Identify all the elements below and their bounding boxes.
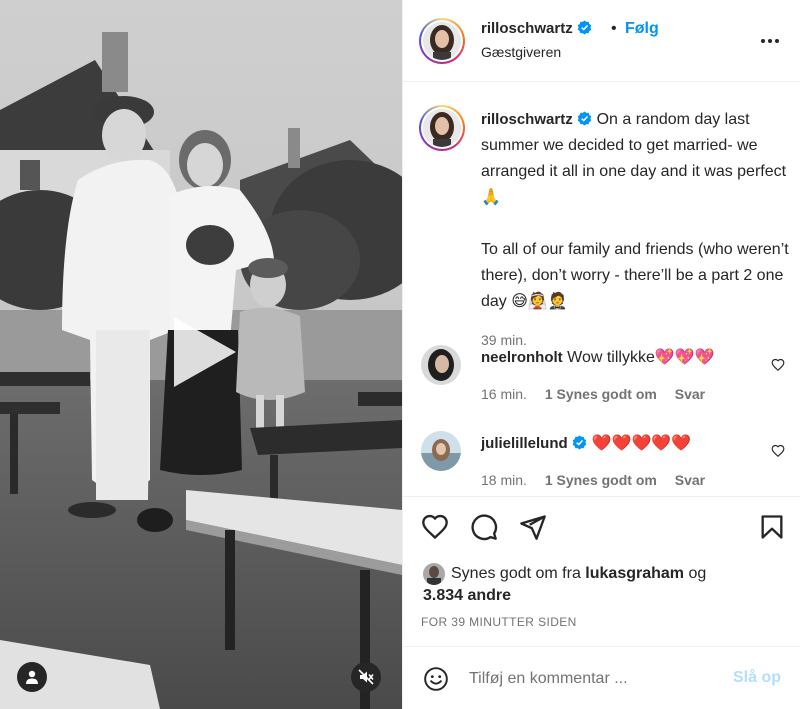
follow-button[interactable]: Følg	[625, 20, 659, 38]
like-heart-icon[interactable]	[421, 513, 449, 541]
avatar-photo	[423, 22, 461, 60]
comment-body: ❤️❤️❤️❤️❤️	[591, 435, 692, 452]
post-comment-button[interactable]: Slå op	[733, 669, 781, 687]
comment-body: Wow tillykke💖💖💖	[567, 349, 715, 366]
comment-likes-count[interactable]: 1 Synes godt om	[545, 386, 657, 402]
add-comment-bar: Slå op	[403, 646, 800, 709]
comment-icon[interactable]	[470, 513, 498, 541]
author-name-row: rilloschwartz	[481, 20, 592, 38]
more-horizontal-icon[interactable]	[756, 27, 784, 55]
post-details-panel: rilloschwartz • Følg Gæstgiveren rillosc…	[402, 0, 800, 709]
comment-username[interactable]: neelronholt	[481, 349, 563, 366]
liker-avatar[interactable]	[423, 563, 445, 585]
location-label[interactable]: Gæstgiveren	[481, 44, 561, 60]
comment-avatar[interactable]	[421, 431, 461, 471]
avatar-photo	[421, 345, 461, 385]
reply-button[interactable]: Svar	[675, 472, 705, 488]
post-timestamp[interactable]: FOR 39 MINUTTER SIDEN	[421, 615, 577, 629]
avatar-photo	[423, 109, 461, 147]
play-icon[interactable]	[168, 313, 240, 391]
comment-username[interactable]: julielillelund	[481, 435, 568, 452]
likes-connector: og	[688, 565, 707, 582]
likes-summary: Synes godt om fra lukasgraham og	[451, 563, 781, 584]
author-avatar[interactable]	[419, 18, 465, 64]
author-username[interactable]: rilloschwartz	[481, 20, 573, 37]
likes-count[interactable]: 3.834 andre	[423, 587, 511, 604]
liker-username[interactable]: lukasgraham	[585, 565, 684, 582]
comment-time: 18 min.	[481, 472, 527, 488]
separator-dot: •	[611, 20, 617, 37]
comment-likes-count[interactable]: 1 Synes godt om	[545, 472, 657, 488]
heart-icon[interactable]	[771, 358, 785, 372]
comment-item: neelronholt Wow tillykke💖💖💖	[481, 347, 761, 369]
reply-button[interactable]: Svar	[675, 386, 705, 402]
avatar-photo	[423, 563, 445, 585]
caption-username[interactable]: rilloschwartz	[481, 111, 573, 128]
tagged-users-button[interactable]	[17, 662, 47, 692]
post-header: rilloschwartz • Følg Gæstgiveren	[403, 0, 800, 82]
verified-badge-icon	[578, 20, 592, 35]
speaker-muted-icon	[358, 669, 374, 685]
user-icon	[26, 670, 38, 684]
comment-time: 16 min.	[481, 386, 527, 402]
verified-badge-icon	[578, 111, 592, 126]
comment-avatar[interactable]	[421, 345, 461, 385]
emoji-icon[interactable]	[423, 666, 449, 692]
share-icon[interactable]	[519, 513, 547, 541]
caption-line-2: To all of our family and friends (who we…	[481, 241, 789, 310]
post-video[interactable]	[0, 0, 402, 709]
caption-avatar[interactable]	[419, 105, 465, 151]
comment-meta: 16 min. 1 Synes godt om Svar	[481, 386, 705, 402]
avatar-photo	[421, 431, 461, 471]
post-actions: Synes godt om fra lukasgraham og 3.834 a…	[403, 496, 800, 646]
save-bookmark-icon[interactable]	[758, 513, 786, 541]
likes-prefix: Synes godt om fra	[451, 565, 581, 582]
comment-input[interactable]	[469, 666, 709, 692]
comments-list[interactable]: rilloschwartz On a random day last summe…	[403, 83, 800, 495]
heart-icon[interactable]	[771, 444, 785, 458]
mute-button[interactable]	[351, 662, 381, 692]
comment-meta: 18 min. 1 Synes godt om Svar	[481, 472, 705, 488]
verified-badge-icon	[572, 435, 587, 450]
likes-others[interactable]: 3.834 andre	[423, 585, 511, 606]
post-caption: rilloschwartz On a random day last summe…	[481, 107, 791, 353]
comment-item: julielillelund ❤️❤️❤️❤️❤️	[481, 433, 761, 455]
